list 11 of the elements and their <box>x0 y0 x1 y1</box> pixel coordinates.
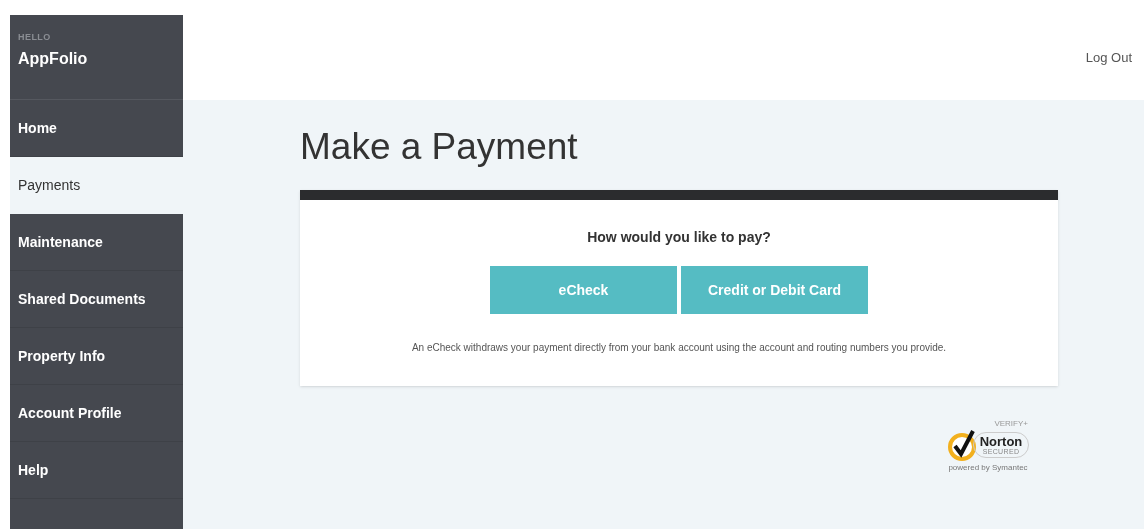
greeting-label: HELLO <box>18 33 52 42</box>
payment-note: An eCheck withdraws your payment directly from your bank account using the account and routing numbers you provide. <box>411 341 947 356</box>
norton-brand: Norton <box>979 435 1023 449</box>
logout-link[interactable]: Log Out <box>1085 47 1132 68</box>
payment-question: How would you like to pay? <box>587 228 771 248</box>
sidebar-item[interactable]: Payments <box>10 157 183 214</box>
page-title: Make a Payment <box>300 125 579 169</box>
powered-by-label: powered by Symantec <box>948 462 1028 475</box>
user-name: AppFolio <box>18 49 89 69</box>
checkmark-icon <box>946 428 977 463</box>
verify-label: VERIFY+ <box>994 420 1028 429</box>
